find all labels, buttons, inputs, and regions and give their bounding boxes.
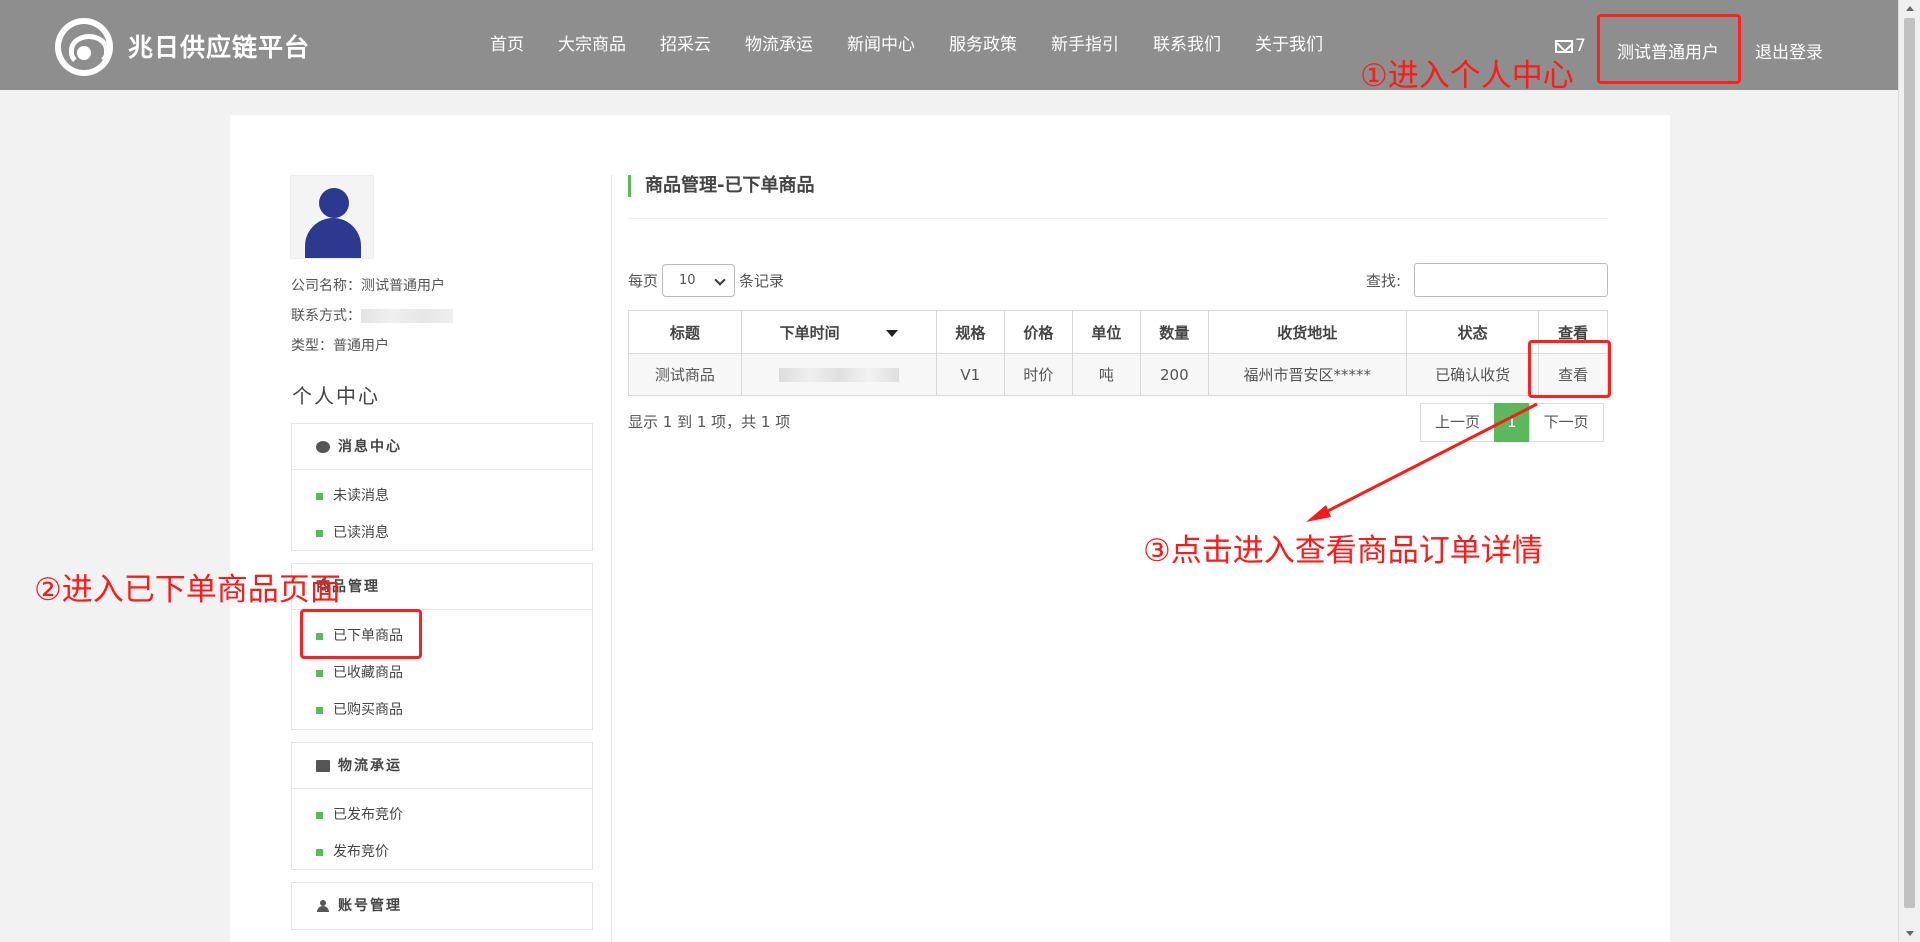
main-nav: 首页 大宗商品 招采云 物流承运 新闻中心 服务政策 新手指引 联系我们 关于我… [490, 30, 1323, 55]
col-order-time[interactable]: 下单时间 [740, 310, 937, 354]
cell-status: 已确认收货 [1405, 353, 1540, 396]
cell-spec: V1 [935, 353, 1006, 396]
page-title: 商品管理-已下单商品 [628, 175, 814, 197]
scroll-down-icon[interactable] [1906, 931, 1914, 936]
sidebar-item-purchased-products[interactable]: 已购买商品 [292, 692, 592, 729]
page-1-button[interactable]: 1 [1494, 403, 1530, 442]
brand-logo-icon[interactable] [55, 18, 113, 76]
scroll-thumb[interactable] [1904, 18, 1915, 908]
col-status[interactable]: 状态 [1405, 310, 1540, 354]
cell-quantity: 200 [1140, 353, 1209, 396]
nav-contact-us[interactable]: 联系我们 [1153, 30, 1221, 55]
cell-address: 福州市晋安区***** [1207, 353, 1407, 396]
panel-header: 消息中心 [292, 424, 592, 470]
sidebar-item-published-bids[interactable]: 已发布竞价 [292, 797, 592, 834]
nav-about-us[interactable]: 关于我们 [1255, 30, 1323, 55]
col-unit[interactable]: 单位 [1071, 310, 1142, 354]
nav-logistics[interactable]: 物流承运 [745, 30, 813, 55]
truck-icon [316, 759, 330, 772]
blurred-time [778, 368, 899, 382]
sidebar-item-read-messages[interactable]: 已读消息 [292, 515, 592, 552]
scroll-up-icon[interactable] [1906, 6, 1914, 11]
cell-unit: 吨 [1071, 353, 1142, 396]
chat-icon [316, 440, 330, 453]
divider [611, 175, 612, 942]
brand-name[interactable]: 兆日供应链平台 [128, 28, 310, 64]
annotation-box-user-center [1597, 14, 1741, 84]
nav-home[interactable]: 首页 [490, 30, 524, 55]
orders-table: 标题 下单时间 规格 价格 单位 数量 收货地址 状态 查看 测试商品 V1 时… [628, 310, 1608, 396]
annotation-step3: ③点击进入查看商品订单详情 [1143, 533, 1543, 569]
col-address[interactable]: 收货地址 [1207, 310, 1407, 354]
mail-count: 7 [1575, 36, 1586, 56]
col-title[interactable]: 标题 [628, 310, 742, 354]
cell-title: 测试商品 [628, 353, 742, 396]
col-price[interactable]: 价格 [1004, 310, 1073, 354]
avatar [290, 175, 374, 259]
blurred-phone [361, 309, 453, 323]
panel-header: 物流承运 [292, 743, 592, 789]
col-quantity[interactable]: 数量 [1140, 310, 1209, 354]
search-label: 查找: [1366, 272, 1402, 290]
page-scrollbar[interactable] [1898, 0, 1920, 942]
annotation-box-view-button [1528, 340, 1611, 398]
nav-procurement-cloud[interactable]: 招采云 [660, 30, 711, 55]
panel-message-center: 消息中心 未读消息 已读消息 [291, 423, 593, 551]
sidebar-item-favorited-products[interactable]: 已收藏商品 [292, 655, 592, 692]
personal-center-title: 个人中心 [292, 384, 380, 408]
nav-service-policy[interactable]: 服务政策 [949, 30, 1017, 55]
panel-header: 账号管理 [292, 883, 592, 929]
annotation-box-ordered-products [300, 609, 422, 659]
user-type: 类型：普通用户 [291, 338, 389, 354]
contact-info: 联系方式： [291, 305, 453, 325]
cell-price: 时价 [1004, 353, 1073, 396]
sidebar-item-publish-bid[interactable]: 发布竞价 [292, 834, 592, 871]
next-page-button[interactable]: 下一页 [1528, 403, 1604, 442]
col-spec[interactable]: 规格 [935, 310, 1006, 354]
page-length-select[interactable]: 10 [662, 264, 736, 297]
annotation-step2: ②进入已下单商品页面 [34, 572, 341, 608]
user-icon [316, 900, 330, 912]
panel-account-management[interactable]: 账号管理 [291, 882, 593, 930]
sort-desc-icon[interactable] [885, 329, 898, 337]
table-summary: 显示 1 到 1 项，共 1 项 [628, 413, 791, 431]
logout-link[interactable]: 退出登录 [1755, 38, 1823, 63]
sidebar-item-unread-messages[interactable]: 未读消息 [292, 478, 592, 515]
pagination: 上一页 1 下一页 [1420, 403, 1604, 442]
nav-beginner-guide[interactable]: 新手指引 [1051, 30, 1119, 55]
search-input[interactable] [1414, 263, 1608, 297]
prev-page-button[interactable]: 上一页 [1420, 403, 1496, 442]
company-name: 公司名称：测试普通用户 [291, 278, 445, 294]
divider [628, 218, 1608, 219]
nav-commodities[interactable]: 大宗商品 [558, 30, 626, 55]
annotation-step1: ①进入个人中心 [1360, 58, 1574, 94]
table-header-row: 标题 下单时间 规格 价格 单位 数量 收货地址 状态 查看 [628, 310, 1608, 354]
table-row: 测试商品 V1 时价 吨 200 福州市晋安区***** 已确认收货 查看 [628, 353, 1608, 396]
nav-news[interactable]: 新闻中心 [847, 30, 915, 55]
page-length-control: 每页 10 条记录 [628, 264, 784, 297]
cell-order-time [740, 353, 937, 396]
panel-logistics: 物流承运 已发布竞价 发布竞价 [291, 742, 593, 870]
